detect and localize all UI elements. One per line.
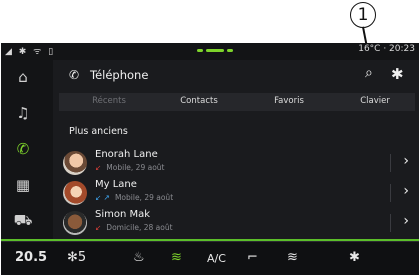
list-item[interactable]: My Lane ↙ ↗ Mobile, 29 août › [59,178,419,208]
phone-panel: ✆ Téléphone ⌕ ✱ Récents Contacts Favoris… [53,60,419,240]
contact-name: Simon Mak [95,209,151,220]
ac-button[interactable]: A/C [207,252,226,265]
climate-bar: 20.5 ✻5 ♨ ≋ A/C ⌐ ≋ ✱ [1,241,419,275]
divider [390,214,391,232]
chevron-right-icon[interactable]: › [403,153,409,169]
sidebar-item-apps[interactable]: ▦ [1,167,45,203]
sidebar-item-phone[interactable]: ✆ [1,131,45,167]
sidebar-item-music[interactable]: ♫ [1,95,45,131]
home-icon: ⌂ [18,68,28,86]
phone-header: ✆ Téléphone ⌕ ✱ [53,60,419,90]
chevron-right-icon[interactable]: › [403,213,409,229]
temperature-left[interactable]: 20.5 [15,250,47,265]
call-direction-icon: ↙ ↗ [95,193,110,202]
chevron-right-icon[interactable]: › [403,183,409,199]
tab-recents[interactable]: Récents [69,96,149,106]
car-icon: ⛟ [13,211,33,229]
tab-favoris[interactable]: Favoris [249,96,329,106]
fan-icon: ✻ [67,250,78,265]
sidebar: ⌂ ♫ ✆ ▦ ⛟ [1,59,45,239]
list-item[interactable]: Simon Mak ↙ Domicile, 28 août › [59,208,419,238]
avatar [63,151,87,175]
avatar [63,181,87,205]
page-title: Téléphone [90,68,149,82]
seat-heat-icon[interactable]: ♨ [133,250,145,265]
contact-name: Enorah Lane [95,149,158,160]
gear-icon[interactable]: ✱ [391,65,404,83]
divider [390,184,391,202]
contact-detail: ↙ Mobile, 29 août [95,163,165,172]
steering-heat-icon[interactable]: ✱ [349,250,360,265]
seat-icon[interactable]: ⌐ [247,250,258,265]
temperature-clock: 16°C · 20:23 [358,44,415,54]
missed-call-icon: ↙ [95,163,102,172]
avatar [63,211,87,235]
status-icons: ◢ ✱ ᯤ ▯ [5,47,56,57]
status-bar: ◢ ✱ ᯤ ▯ 16°C · 20:23 [1,43,419,57]
contact-detail: ↙ ↗ Mobile, 29 août [95,193,174,202]
contact-detail: ↙ Domicile, 28 août [95,223,173,232]
sidebar-item-home[interactable]: ⌂ [1,59,45,95]
seat-vent-icon[interactable]: ≋ [171,250,182,265]
sidebar-item-car[interactable]: ⛟ [1,203,45,239]
callout-number: 1 [350,2,376,28]
music-icon: ♫ [16,104,30,122]
tab-bar: Récents Contacts Favoris Clavier [59,93,415,111]
page-indicator [197,49,233,52]
list-item[interactable]: Enorah Lane ↙ Mobile, 29 août › [59,148,419,178]
defrost-icon[interactable]: ≋ [287,250,298,265]
divider [390,154,391,172]
phone-header-icon: ✆ [69,68,80,82]
phone-icon: ✆ [16,140,30,158]
fan-speed[interactable]: ✻5 [67,250,86,265]
apps-icon: ▦ [15,176,31,194]
infotainment-screen: ◢ ✱ ᯤ ▯ 16°C · 20:23 ⌂ ♫ ✆ ▦ ⛟ ✆ Télépho… [1,43,419,275]
search-icon[interactable]: ⌕ [365,65,373,81]
contact-name: My Lane [95,179,137,190]
tab-clavier[interactable]: Clavier [335,96,415,106]
tab-contacts[interactable]: Contacts [159,96,239,106]
section-title: Plus anciens [69,126,128,137]
missed-call-icon: ↙ [95,223,102,232]
